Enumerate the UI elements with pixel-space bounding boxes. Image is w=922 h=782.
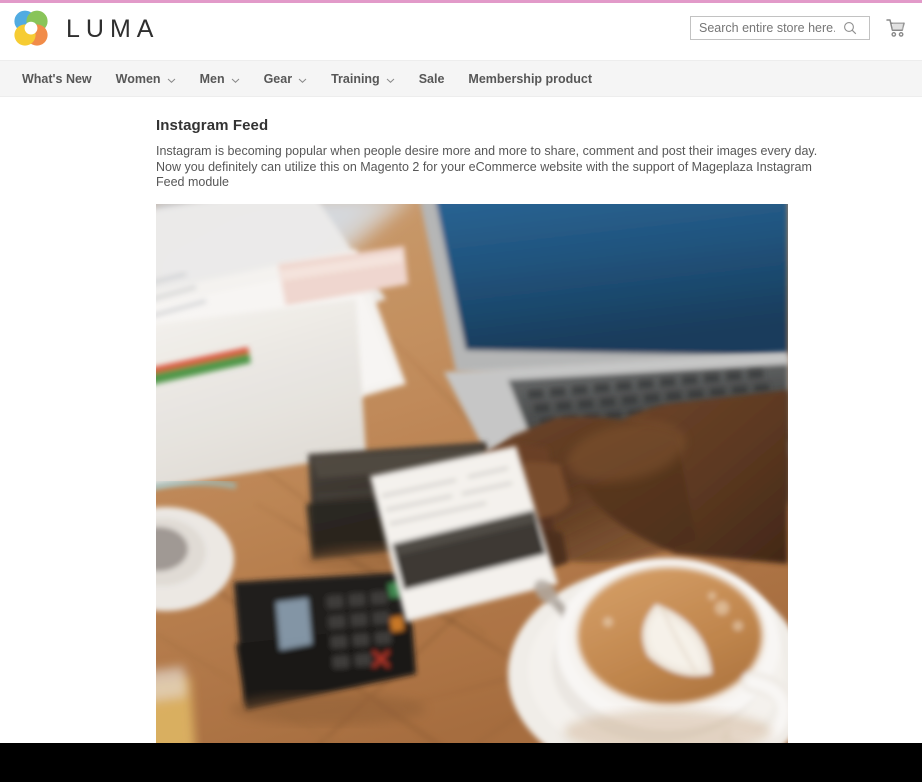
nav-item-label: Training	[331, 71, 380, 86]
nav-item-women[interactable]: Women	[104, 60, 188, 97]
nav-item-label: What's New	[22, 71, 92, 86]
bottom-black-bar	[0, 743, 922, 782]
luma-logo-icon	[10, 8, 52, 50]
nav-item-men[interactable]: Men	[188, 60, 252, 97]
page-main: Instagram Feed Instagram is becoming pop…	[0, 97, 922, 757]
cart-icon[interactable]	[884, 15, 908, 41]
chevron-down-icon	[167, 74, 176, 83]
nav-item-training[interactable]: Training	[319, 60, 407, 97]
instagram-feed-photo[interactable]	[156, 203, 788, 757]
search-box[interactable]	[690, 16, 870, 40]
nav-item-label: Men	[199, 71, 225, 86]
feed-description: Instagram is becoming popular when peopl…	[156, 144, 818, 189]
main-navigation: What's New Women Men Gear Training Sale …	[0, 60, 922, 97]
header-actions	[690, 15, 908, 41]
chevron-down-icon	[386, 74, 395, 83]
nav-item-gear[interactable]: Gear	[252, 60, 320, 97]
page-title: Instagram Feed	[156, 117, 269, 134]
nav-item-whats-new[interactable]: What's New	[10, 60, 104, 97]
nav-item-membership-product[interactable]: Membership product	[456, 60, 604, 97]
chevron-down-icon	[298, 74, 307, 83]
nav-item-label: Sale	[418, 71, 445, 86]
nav-item-label: Membership product	[468, 71, 593, 86]
instagram-feed-block: Instagram Feed Instagram is becoming pop…	[156, 117, 846, 757]
logo-link[interactable]: LUMA	[10, 8, 159, 50]
search-input[interactable]	[691, 17, 839, 39]
nav-item-label: Gear	[263, 71, 293, 86]
site-header: LUMA	[0, 3, 922, 60]
brand-name: LUMA	[66, 15, 160, 43]
search-icon[interactable]	[839, 17, 861, 39]
nav-item-sale[interactable]: Sale	[407, 60, 457, 97]
chevron-down-icon	[231, 74, 240, 83]
nav-item-label: Women	[115, 71, 161, 86]
